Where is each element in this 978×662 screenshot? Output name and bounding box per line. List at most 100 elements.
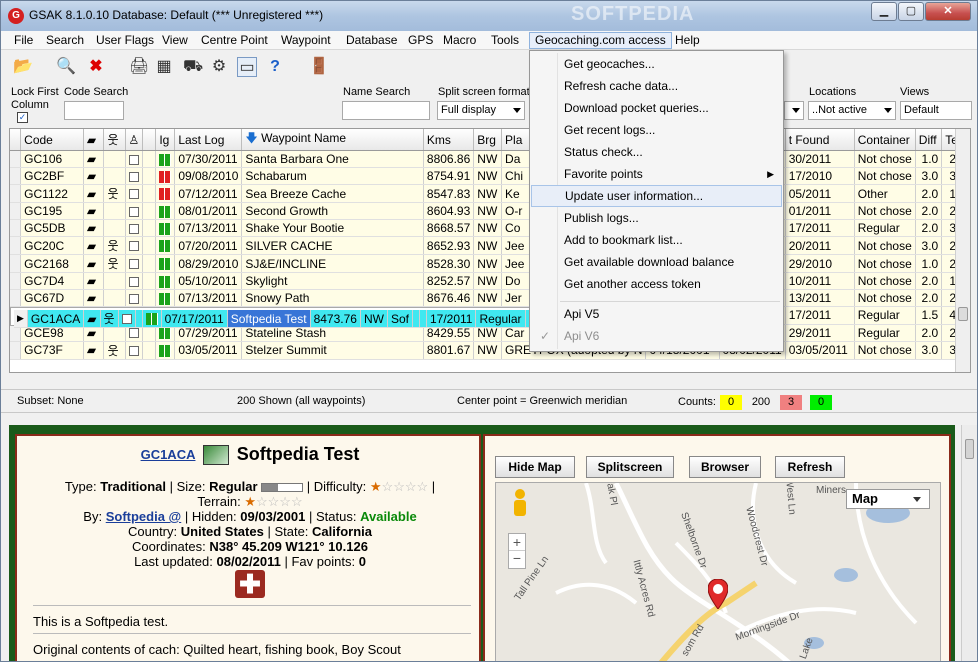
cell-found[interactable]: 20/2011 [785, 236, 855, 255]
cache-code-link[interactable]: GC1ACA [141, 447, 196, 462]
menu-favorite-points[interactable]: Favorite points ▶ [531, 163, 782, 185]
exit-icon[interactable]: 🚪 [309, 57, 329, 77]
cell-found[interactable]: 03/05/2011 [785, 341, 855, 360]
cell-kms[interactable]: 8668.57 [423, 219, 475, 237]
cell-kms[interactable]: 8252.57 [423, 272, 475, 290]
user-flag-checkbox[interactable] [125, 341, 144, 360]
cell-container[interactable]: Regular [854, 219, 916, 237]
table-row[interactable]: GC7D4 ▰ 05/10/2011 Skylight 8252.57 NW Do 10/20… [10, 272, 970, 290]
grid-scroll-thumb[interactable] [958, 307, 968, 321]
maximize-button[interactable]: ▢ [898, 2, 924, 21]
cell-waypoint-name[interactable]: Softpedia Test [227, 310, 311, 328]
menu-view[interactable]: View [157, 32, 193, 49]
cell-brg[interactable]: NW [473, 236, 503, 255]
zoom-out-icon[interactable]: − [509, 551, 525, 568]
cell-brg[interactable]: NW [473, 272, 503, 290]
tools-icon[interactable]: ⚙ [209, 57, 229, 77]
cell-last-log[interactable]: 09/08/2010 [174, 167, 243, 185]
column-header-kms[interactable]: Kms [423, 129, 475, 151]
cell-code[interactable]: GC195 [20, 202, 84, 220]
user-flag-checkbox[interactable] [125, 254, 144, 273]
delete-icon[interactable]: ✖ [86, 57, 106, 77]
cell-container[interactable]: Regular [854, 307, 916, 325]
table-row[interactable]: GC2168 ▰ 웃 08/29/2010 SJ&E/INCLINE 8528.30 NW J… [10, 254, 970, 273]
hide-map-button[interactable]: Hide Map [495, 456, 575, 478]
detail-scroll-thumb[interactable] [965, 439, 974, 459]
menu-update-user-information[interactable]: Update user information... [531, 185, 782, 207]
cell-waypoint-name[interactable]: Stelzer Summit [241, 341, 424, 360]
cell-last-log[interactable]: 07/20/2011 [174, 236, 243, 255]
owner-link[interactable]: Softpedia @ [106, 509, 182, 524]
cell-found[interactable]: 17/2011 [785, 307, 855, 325]
street-view-pegman-icon[interactable] [512, 489, 528, 517]
cell-brg[interactable]: NW [473, 184, 503, 203]
menu-download-pocket-queries[interactable]: Download pocket queries... [531, 97, 782, 119]
grid-vertical-scrollbar[interactable] [955, 129, 970, 372]
cell-found[interactable]: 13/2011 [785, 289, 855, 307]
cell-kms[interactable]: 8754.91 [423, 167, 475, 185]
cell-kms[interactable]: 8604.93 [423, 202, 475, 220]
cell-last-log[interactable]: 05/10/2011 [174, 272, 243, 290]
menu-geocaching-access[interactable]: Geocaching.com access [529, 32, 672, 49]
column-header-user[interactable]: 웃 [103, 129, 126, 151]
cell-container[interactable]: Not chose [854, 150, 916, 168]
user-flag-checkbox[interactable] [125, 167, 144, 185]
lock-first-column-checkbox[interactable]: ✓ [17, 112, 28, 123]
user-flag-checkbox[interactable] [118, 310, 136, 328]
column-header-code[interactable]: Code [20, 129, 84, 151]
cell-kms[interactable]: 8801.67 [423, 341, 475, 360]
cell-waypoint-name[interactable]: Santa Barbara One [241, 150, 424, 168]
print-icon[interactable]: 🖨 [129, 57, 149, 77]
help-icon[interactable]: ? [265, 57, 285, 77]
minimize-button[interactable]: ▁ [871, 2, 897, 21]
menu-refresh-cache-data[interactable]: Refresh cache data... [531, 75, 782, 97]
cell-container[interactable]: Not chose [854, 167, 916, 185]
cell-last-log[interactable]: 07/12/2011 [174, 184, 243, 203]
cell-code[interactable]: GC73F [20, 341, 84, 360]
cell-diff[interactable]: 2.0 [915, 184, 943, 203]
table-row[interactable]: GC106 ▰ 07/30/2011 Santa Barbara One 8806.86… [10, 150, 970, 168]
menu-gps[interactable]: GPS [403, 32, 438, 49]
table-row[interactable]: ▶ GC1ACA ▰ 웃 07/17/2011 Softpedia Test 8473.76… [10, 307, 577, 328]
menu-get-download-balance[interactable]: Get available download balance [531, 251, 782, 273]
cell-last-log[interactable]: 07/17/2011 [161, 310, 228, 328]
table-row[interactable]: GC73F ▰ 웃 03/05/2011 Stelzer Summit 8801.67 NW… [10, 341, 970, 360]
cell-found[interactable]: 10/2011 [785, 272, 855, 290]
menu-get-recent-logs[interactable]: Get recent logs... [531, 119, 782, 141]
cell-diff[interactable]: 3.0 [915, 167, 943, 185]
search-document-icon[interactable]: 🔍 [56, 57, 76, 77]
cell-container[interactable]: Other [854, 184, 916, 203]
user-flag-checkbox[interactable] [125, 150, 144, 168]
cell-brg[interactable]: NW [473, 150, 503, 168]
cell-code[interactable]: GC1ACA [27, 310, 85, 328]
cell-brg[interactable]: NW [473, 341, 503, 360]
column-header-brg[interactable]: Brg [473, 129, 503, 151]
cell-placed-by[interactable]: Sof [387, 310, 413, 328]
detail-vertical-scrollbar[interactable] [961, 425, 977, 661]
cell-kms[interactable]: 8676.46 [423, 289, 475, 307]
cell-code[interactable]: GC1122 [20, 184, 84, 203]
gps-icon[interactable]: ⛟ [183, 57, 203, 77]
cell-diff[interactable]: 2.0 [915, 219, 943, 237]
cell-diff[interactable]: 2.0 [915, 202, 943, 220]
user-flag-checkbox[interactable] [125, 289, 144, 307]
menu-status-check[interactable]: Status check... [531, 141, 782, 163]
mode-select[interactable] [784, 101, 804, 120]
cell-waypoint-name[interactable]: Snowy Path [241, 289, 424, 307]
cell-found[interactable]: 17/2011 [785, 219, 855, 237]
cell-found[interactable]: 17/2011 [426, 310, 477, 328]
menu-waypoint[interactable]: Waypoint [276, 32, 336, 49]
cell-code[interactable]: GC106 [20, 150, 84, 168]
cell-diff[interactable]: 2.0 [915, 272, 943, 290]
cell-found[interactable]: 05/2011 [785, 184, 855, 203]
cell-last-log[interactable]: 07/13/2011 [174, 289, 243, 307]
cell-waypoint-name[interactable]: Second Growth [241, 202, 424, 220]
cell-container[interactable]: Not chose [854, 341, 916, 360]
split-view-icon[interactable]: ▭ [237, 57, 257, 77]
cell-container[interactable]: Not chose [854, 254, 916, 273]
menu-help[interactable]: Help [670, 32, 705, 49]
refresh-button[interactable]: Refresh [775, 456, 845, 478]
cell-waypoint-name[interactable]: Schabarum [241, 167, 424, 185]
cell-code[interactable]: GC2BF [20, 167, 84, 185]
cell-found[interactable]: 01/2011 [785, 202, 855, 220]
